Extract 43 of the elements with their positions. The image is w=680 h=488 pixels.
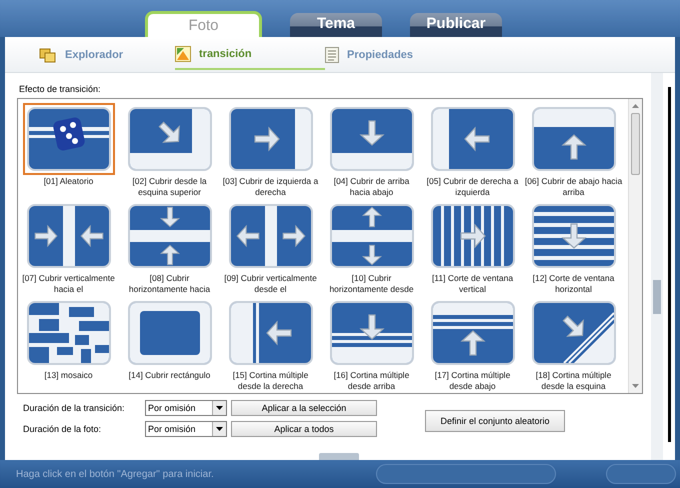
- effect-label: [10] Cubrir horizontamente desde: [328, 273, 415, 295]
- tab[interactable]: Tema: [290, 13, 382, 37]
- effect-label: [11] Corte de ventana vertical: [430, 273, 514, 295]
- field-label: Duración de la transición:: [23, 403, 126, 413]
- field-label: Duración de la foto:: [23, 424, 102, 434]
- effect-label: [04] Cubrir de arriba hacia abajo: [332, 176, 410, 198]
- effect-label: [02] Cubrir desde la esquina superior: [131, 176, 208, 198]
- effect-label: [12] Corte de ventana horizontal: [532, 273, 616, 295]
- effect-label: [09] Cubrir verticalmente desde el: [223, 273, 318, 295]
- effect-label: [01] Aleatorio: [42, 176, 94, 187]
- status-panel: [606, 464, 676, 484]
- effect-label: [06] Cubrir de abajo hacia arriba: [524, 176, 622, 198]
- tab[interactable]: transición: [175, 40, 325, 70]
- define-random-set-button[interactable]: Definir el conjunto aleatorio: [425, 410, 565, 432]
- effect-label: [16] Cortina múltiple desde arriba: [332, 370, 410, 392]
- tab[interactable]: Publicar: [410, 13, 502, 37]
- effect-label: [18] Cortina múltiple desde la esquina: [534, 370, 612, 392]
- effect-label: [03] Cubrir de izquierda a derecha: [222, 176, 320, 198]
- scroll-down-icon[interactable]: [632, 384, 639, 388]
- expand-handle[interactable]: [319, 453, 359, 460]
- apply-button[interactable]: Aplicar a todos: [231, 421, 377, 437]
- duration-dropdown[interactable]: Por omisión: [145, 400, 227, 416]
- effect-label: [14] Cubrir rectángulo: [128, 370, 212, 381]
- effect-label: [08] Cubrir horizontamente hacia: [128, 273, 212, 295]
- effect-label: [17] Cortina múltiple desde abajo: [434, 370, 512, 392]
- effect-label: [07] Cubrir verticalmente hacia el: [21, 273, 116, 295]
- effect-label: [15] Cortina múltiple desde la derecha: [232, 370, 310, 392]
- transition-thumbnail[interactable]: [22, 103, 114, 175]
- folders-icon: [39, 46, 57, 62]
- image-icon: [175, 46, 191, 62]
- effect-label: [05] Cubrir de derecha a izquierda: [426, 176, 520, 198]
- section-label: Efecto de transición:: [19, 84, 101, 94]
- tab[interactable]: Foto: [145, 11, 262, 39]
- scroll-thumb[interactable]: [631, 113, 640, 175]
- document-icon: [325, 46, 339, 62]
- scroll-up-icon[interactable]: [632, 104, 639, 108]
- apply-button[interactable]: Aplicar a la selección: [231, 400, 377, 416]
- scrollbar[interactable]: [628, 99, 642, 393]
- status-text: Haga click en el botón "Agregar" para iniciar.: [16, 468, 215, 480]
- tab[interactable]: Explorador: [39, 40, 175, 70]
- effect-label: [13] mosaico: [43, 370, 94, 381]
- tab[interactable]: Propiedades: [325, 40, 461, 70]
- duration-dropdown[interactable]: Por omisión: [145, 421, 227, 437]
